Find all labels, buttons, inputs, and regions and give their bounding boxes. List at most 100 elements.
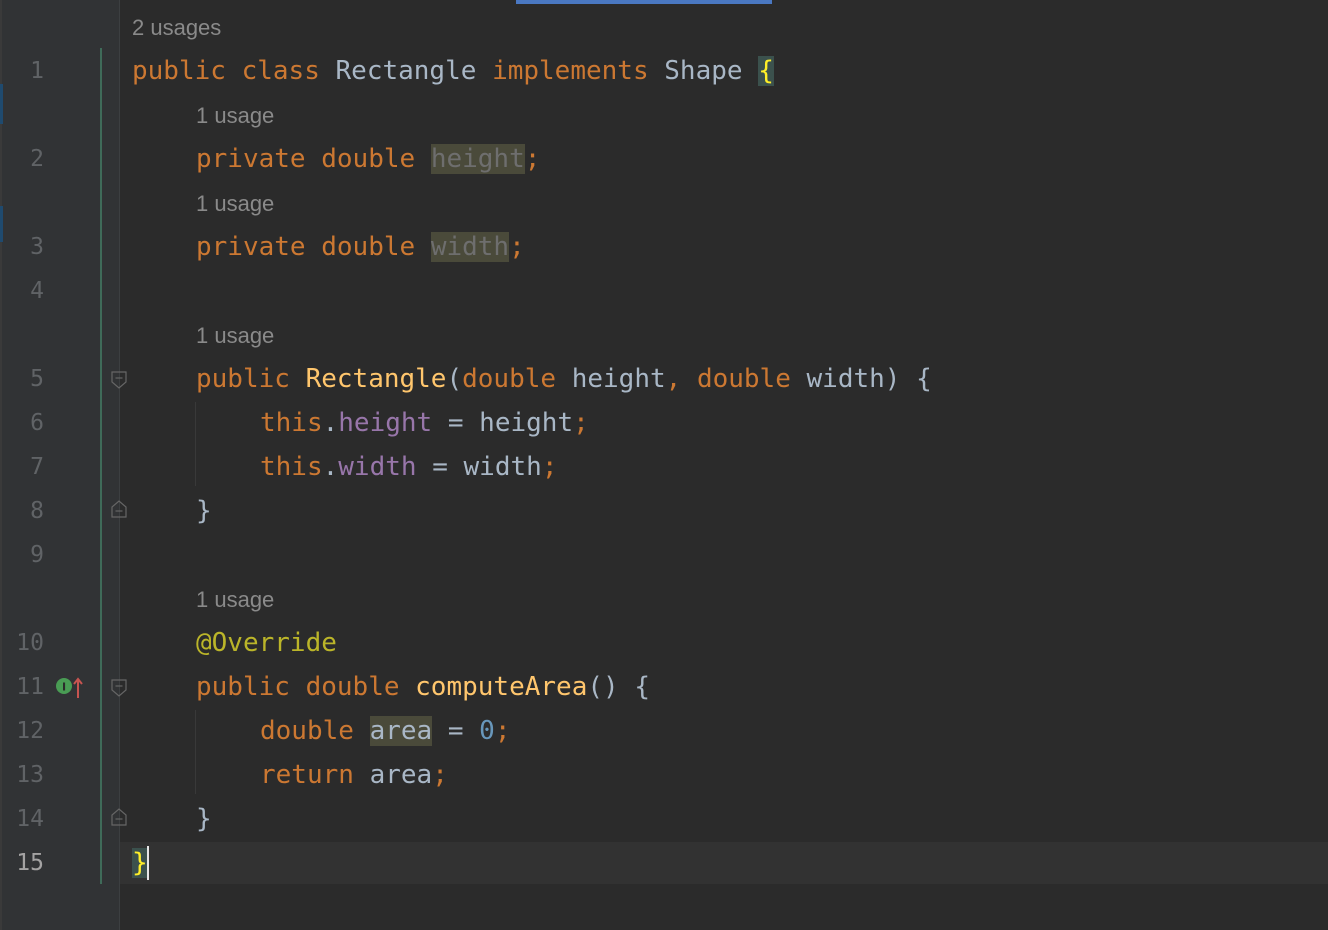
- code-line-8[interactable]: }: [196, 489, 212, 533]
- keyword: implements: [492, 56, 649, 86]
- line-number[interactable]: 12: [0, 709, 44, 753]
- parens: (): [587, 672, 619, 702]
- number-literal: 0: [479, 716, 495, 746]
- matched-brace: }: [132, 848, 148, 878]
- code-line-15[interactable]: }: [132, 841, 148, 885]
- line-number[interactable]: 1: [0, 49, 44, 93]
- local-var-ref: area: [369, 760, 433, 790]
- keyword: double: [260, 716, 354, 746]
- keyword: return: [260, 760, 354, 790]
- code-line-6[interactable]: this.height = height;: [260, 401, 589, 445]
- semicolon: ;: [494, 716, 511, 746]
- method-name: computeArea: [415, 672, 588, 702]
- brace: {: [916, 364, 932, 394]
- usages-hint[interactable]: 1 usage: [196, 314, 274, 358]
- paren: (: [446, 364, 463, 394]
- keyword: double: [696, 364, 791, 394]
- keyword: double: [462, 364, 557, 394]
- code-line-5[interactable]: public Rectangle(double height, double w…: [196, 357, 932, 401]
- line-number[interactable]: 9: [0, 533, 44, 577]
- keyword: public: [196, 672, 290, 702]
- usages-hint[interactable]: 1 usage: [196, 578, 274, 622]
- keyword: this: [260, 452, 323, 482]
- line-number[interactable]: 11: [0, 665, 44, 709]
- field-name: height: [430, 144, 525, 174]
- fold-marker-icon[interactable]: [111, 371, 127, 389]
- keyword: public: [132, 56, 226, 86]
- vcs-change-bar[interactable]: [100, 48, 102, 884]
- code-line-14[interactable]: }: [196, 797, 212, 841]
- line-number[interactable]: 10: [0, 621, 44, 665]
- code-line-3[interactable]: private double width;: [196, 225, 525, 269]
- keyword: private: [196, 232, 306, 262]
- interface-name: Shape: [664, 56, 743, 86]
- line-number[interactable]: 6: [0, 401, 44, 445]
- usages-hint[interactable]: 2 usages: [132, 6, 221, 50]
- operator: =: [432, 452, 448, 482]
- matched-brace: {: [758, 56, 774, 86]
- field-name: width: [430, 232, 510, 262]
- code-line-12[interactable]: double area = 0;: [260, 709, 510, 753]
- line-number[interactable]: 8: [0, 489, 44, 533]
- semicolon: ;: [432, 760, 448, 790]
- fold-marker-icon[interactable]: [111, 808, 127, 826]
- semicolon: ;: [509, 232, 525, 262]
- local-var: area: [369, 716, 433, 746]
- usages-hint[interactable]: 1 usage: [196, 94, 274, 138]
- class-name: Rectangle: [335, 56, 477, 86]
- fold-marker-icon[interactable]: [111, 679, 127, 697]
- fold-marker-icon[interactable]: [111, 500, 127, 518]
- paren: ): [884, 364, 901, 394]
- annotation: @Override: [196, 628, 337, 658]
- dot: .: [322, 452, 339, 482]
- horizontal-scroll-indicator[interactable]: [516, 0, 772, 4]
- param-ref: height: [479, 408, 574, 438]
- current-line-highlight: [120, 842, 1328, 884]
- code-line-10[interactable]: @Override: [196, 621, 337, 665]
- indent-guide: [195, 710, 196, 794]
- keyword: double: [321, 144, 416, 174]
- param-ref: width: [463, 452, 542, 482]
- keyword: public: [196, 364, 290, 394]
- implements-interface-icon[interactable]: I: [55, 676, 85, 700]
- keyword: double: [305, 672, 400, 702]
- code-line-11[interactable]: public double computeArea() {: [196, 665, 650, 709]
- dot: .: [322, 408, 339, 438]
- brace: {: [634, 672, 650, 702]
- line-number[interactable]: 4: [0, 269, 44, 313]
- operator: =: [447, 716, 464, 746]
- keyword: double: [321, 232, 416, 262]
- code-line-2[interactable]: private double height;: [196, 137, 540, 181]
- comma: ,: [665, 364, 682, 394]
- code-line-1[interactable]: public class Rectangle implements Shape …: [132, 49, 774, 93]
- svg-text:I: I: [62, 681, 66, 694]
- operator: =: [447, 408, 464, 438]
- line-number[interactable]: 14: [0, 797, 44, 841]
- semicolon: ;: [573, 408, 589, 438]
- brace: }: [196, 496, 212, 526]
- code-line-7[interactable]: this.width = width;: [260, 445, 557, 489]
- constructor-name: Rectangle: [305, 364, 447, 394]
- gutter-separator: [119, 0, 120, 930]
- code-line-13[interactable]: return area;: [260, 753, 448, 797]
- usages-hint[interactable]: 1 usage: [196, 182, 274, 226]
- text-caret: [147, 846, 149, 880]
- line-number[interactable]: 3: [0, 225, 44, 269]
- field-ref: height: [338, 408, 433, 438]
- indent-guide: [195, 402, 196, 486]
- param-name: width: [806, 364, 885, 394]
- param-name: height: [571, 364, 666, 394]
- line-number[interactable]: 13: [0, 753, 44, 797]
- line-number[interactable]: 5: [0, 357, 44, 401]
- semicolon: ;: [541, 452, 558, 482]
- code-editor[interactable]: 1 2 3 4 5 6 7 8 9 10 11 12 13 14 15 I 2 …: [0, 0, 1328, 930]
- line-number[interactable]: 7: [0, 445, 44, 489]
- keyword: class: [241, 56, 320, 86]
- field-ref: width: [338, 452, 417, 482]
- semicolon: ;: [524, 144, 541, 174]
- brace: }: [196, 804, 212, 834]
- keyword: private: [196, 144, 306, 174]
- line-number[interactable]: 2: [0, 137, 44, 181]
- keyword: this: [260, 408, 323, 438]
- line-number-current[interactable]: 15: [0, 841, 44, 885]
